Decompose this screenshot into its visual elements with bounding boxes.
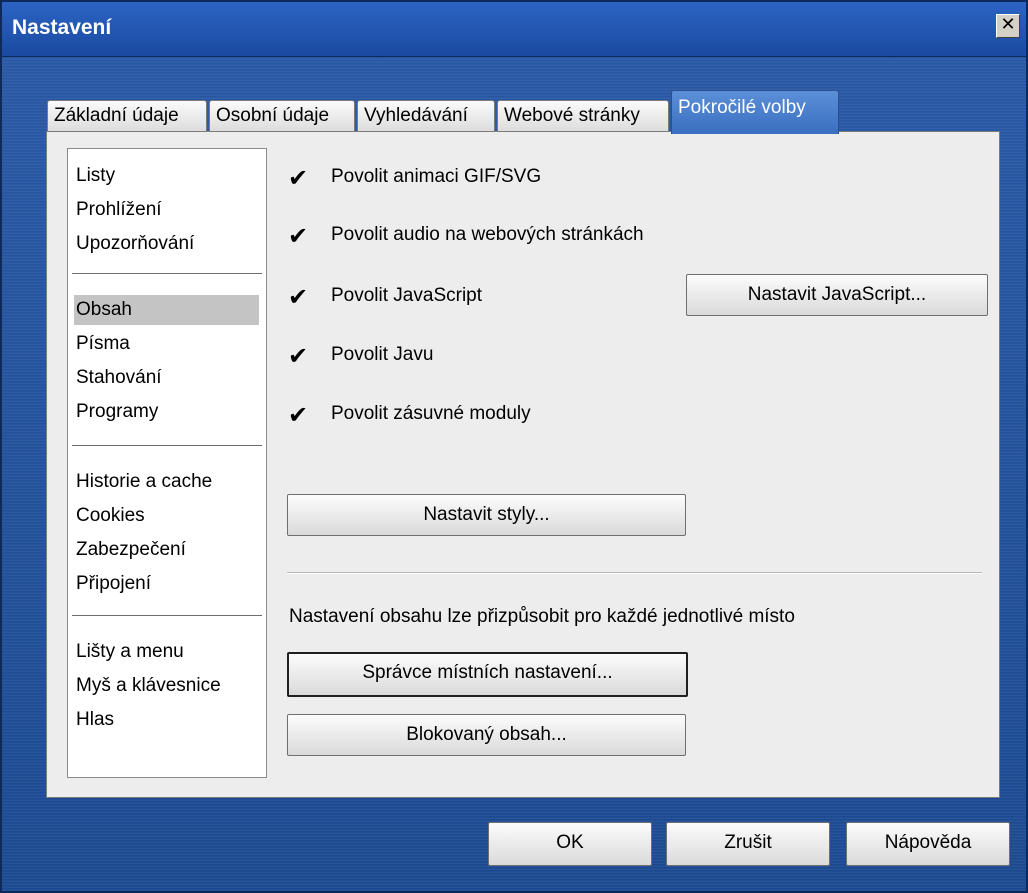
window-title: Nastavení (12, 16, 112, 39)
option-label: Povolit animaci GIF/SVG (331, 166, 542, 187)
sidebar-item-downloads[interactable]: Stahování (74, 363, 259, 393)
site-prefs-info: Nastavení obsahu lze přizpůsobit pro kaž… (289, 606, 795, 627)
checkbox-checked-icon[interactable]: ✔ (287, 224, 309, 248)
checkbox-checked-icon[interactable]: ✔ (287, 344, 309, 368)
settings-dialog: Nastavení ✕ Základní údaje Osobní údaje … (0, 0, 1028, 893)
cancel-button[interactable]: Zrušit (666, 822, 830, 866)
sidebar-item-tabs[interactable]: Listy (74, 161, 259, 191)
tab-advanced[interactable]: Pokročilé volby (671, 90, 839, 134)
sidebar-item-fonts[interactable]: Písma (74, 329, 259, 359)
sidebar-item-toolbars-menus[interactable]: Lišty a menu (74, 637, 259, 667)
sidebar-item-security[interactable]: Zabezpečení (74, 535, 259, 565)
tab-basic-info[interactable]: Základní údaje (47, 100, 207, 132)
blocked-content-button[interactable]: Blokovaný obsah... (287, 714, 686, 756)
sidebar-divider (72, 615, 262, 616)
configure-javascript-button[interactable]: Nastavit JavaScript... (686, 274, 988, 316)
sidebar-divider (72, 273, 262, 274)
section-divider (287, 572, 982, 574)
option-label: Povolit audio na webových stránkách (331, 224, 644, 245)
checkbox-checked-icon[interactable]: ✔ (287, 285, 309, 309)
sidebar-item-voice[interactable]: Hlas (74, 705, 259, 735)
sidebar-item-history-cache[interactable]: Historie a cache (74, 467, 259, 497)
advanced-panel: Listy Prohlížení Upozorňování Obsah Písm… (46, 131, 1000, 798)
option-label: Povolit JavaScript (331, 285, 483, 306)
sidebar-divider (72, 445, 262, 446)
sidebar-item-notifications[interactable]: Upozorňování (74, 229, 259, 259)
close-button[interactable]: ✕ (996, 14, 1020, 38)
site-preferences-button[interactable]: Správce místních nastavení... (287, 652, 688, 697)
help-button[interactable]: Nápověda (846, 822, 1010, 866)
title-bar[interactable]: Nastavení ✕ (2, 2, 1026, 57)
option-label: Povolit zásuvné moduly (331, 403, 531, 424)
tab-web-pages[interactable]: Webové stránky (497, 100, 669, 132)
close-icon: ✕ (1000, 14, 1016, 35)
category-list[interactable]: Listy Prohlížení Upozorňování Obsah Písm… (67, 148, 267, 778)
option-label: Povolit Javu (331, 344, 434, 365)
checkbox-checked-icon[interactable]: ✔ (287, 403, 309, 427)
sidebar-item-programs[interactable]: Programy (74, 397, 259, 427)
sidebar-item-cookies[interactable]: Cookies (74, 501, 259, 531)
sidebar-item-mouse-keyboard[interactable]: Myš a klávesnice (74, 671, 259, 701)
sidebar-item-content[interactable]: Obsah (74, 295, 259, 325)
checkbox-checked-icon[interactable]: ✔ (287, 166, 309, 190)
sidebar-item-browsing[interactable]: Prohlížení (74, 195, 259, 225)
tab-personal-info[interactable]: Osobní údaje (209, 100, 355, 132)
tab-search[interactable]: Vyhledávání (357, 100, 495, 132)
configure-styles-button[interactable]: Nastavit styly... (287, 494, 686, 536)
sidebar-item-network[interactable]: Připojení (74, 569, 259, 599)
ok-button[interactable]: OK (488, 822, 652, 866)
